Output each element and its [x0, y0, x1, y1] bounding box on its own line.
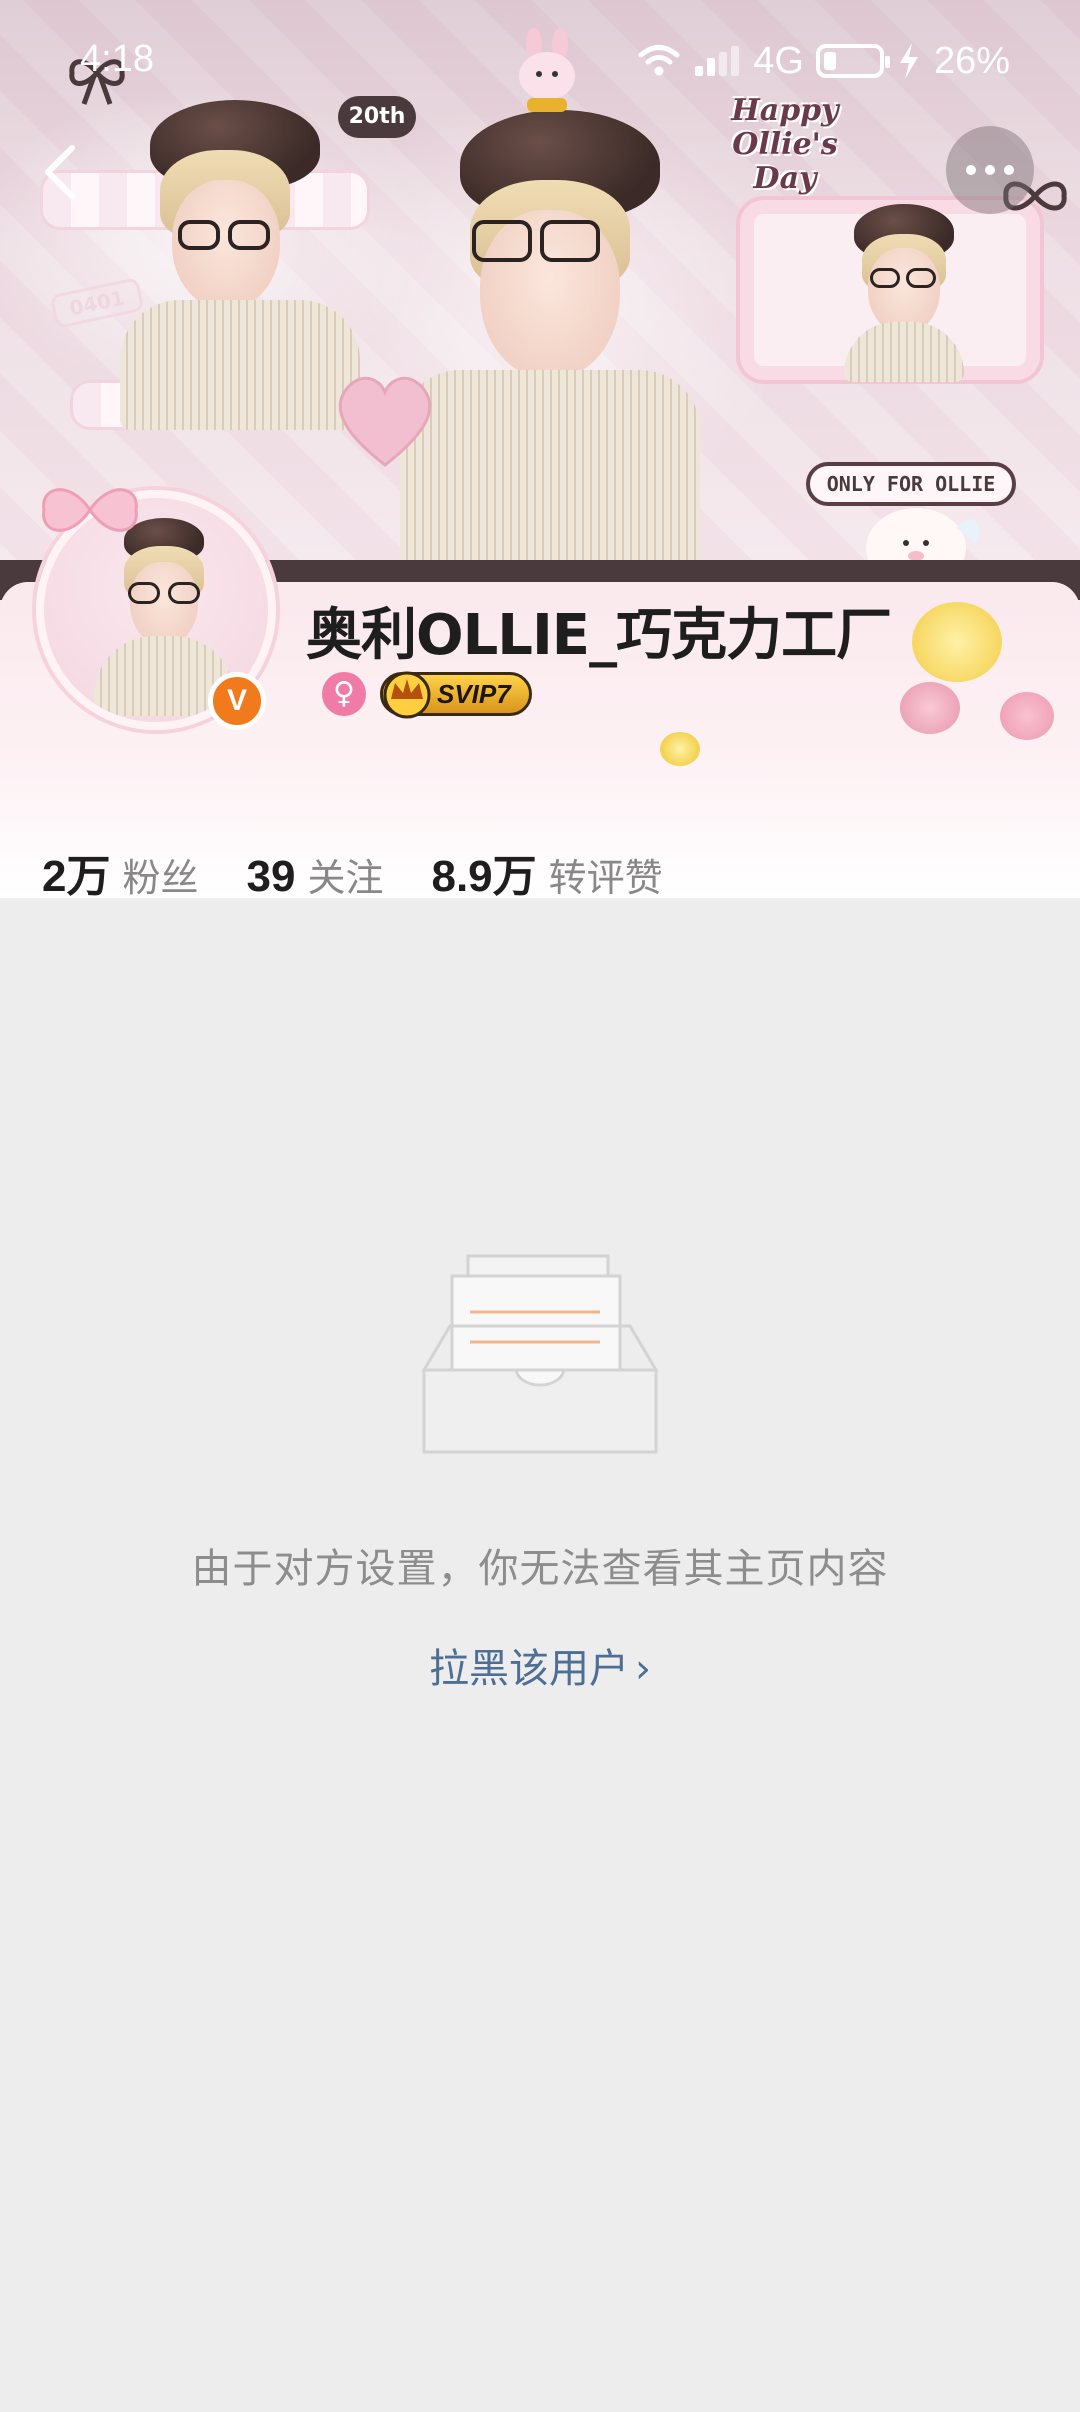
more-dot-icon: [1004, 165, 1014, 175]
stat-label: 粉丝: [122, 856, 199, 900]
signal-icon: [695, 46, 740, 76]
stat-label: 关注: [307, 856, 384, 900]
status-time: 4:18: [80, 38, 154, 80]
stat-followers[interactable]: 2万 粉丝: [42, 840, 199, 904]
more-dot-icon: [985, 165, 995, 175]
heart-sticker: [338, 376, 432, 467]
network-type: 4G: [753, 39, 804, 82]
block-user-label: 拉黑该用户: [429, 1646, 629, 1692]
status-indicators: 4G 26%: [637, 36, 1010, 86]
more-dot-icon: [966, 165, 976, 175]
flower-decoration: [912, 602, 1002, 682]
more-options-button[interactable]: [946, 126, 1034, 214]
wifi-icon: [638, 45, 680, 76]
female-gender-icon: ♀: [322, 672, 366, 716]
only-for-ollie-tag: ONLY FOR OLLIE: [806, 462, 1016, 506]
back-arrow-icon: [45, 145, 75, 199]
back-button[interactable]: [30, 130, 110, 210]
stat-following[interactable]: 39 关注: [247, 847, 384, 902]
cover-photo-center: [380, 80, 700, 600]
flower-decoration: [1000, 692, 1054, 740]
crown-icon: [383, 671, 431, 719]
profile-screen: 0401 20th Happy Ollie's Day ONLY FOR OLL…: [0, 0, 1080, 2412]
flower-decoration: [900, 682, 960, 734]
block-user-link[interactable]: 拉黑该用户 ›: [0, 1636, 1080, 1694]
stat-value: 8.9万: [431, 852, 537, 901]
cover-photo-left: [120, 100, 380, 430]
battery-percent: 26%: [933, 39, 1010, 82]
profile-username: 奥利OLLIE_巧克力工厂: [306, 603, 892, 668]
svip-label: SVIP7: [437, 679, 511, 709]
restricted-content-message: 由于对方设置，你无法查看其主页内容: [191, 1546, 889, 1592]
battery-icon: [815, 44, 890, 78]
stats-row: 2万 粉丝 39 关注 8.9万 转评赞: [42, 840, 711, 904]
flower-decoration: [660, 732, 700, 766]
charging-icon: [899, 43, 918, 79]
stat-value: 2万: [42, 852, 111, 901]
stat-value: 39: [246, 852, 296, 901]
chevron-right-icon: ›: [635, 1646, 651, 1692]
stat-label: 转评赞: [548, 856, 663, 900]
verified-badge-icon: V: [208, 672, 266, 730]
status-bar: 4:18 4G 26%: [0, 0, 1080, 120]
svip-badge[interactable]: SVIP7: [380, 671, 532, 719]
cover-photo-right: [740, 200, 1040, 382]
bow-pink-icon: [42, 488, 138, 532]
empty-inbox-icon: [421, 1254, 659, 1454]
stat-engagement[interactable]: 8.9万 转评赞: [431, 840, 662, 904]
